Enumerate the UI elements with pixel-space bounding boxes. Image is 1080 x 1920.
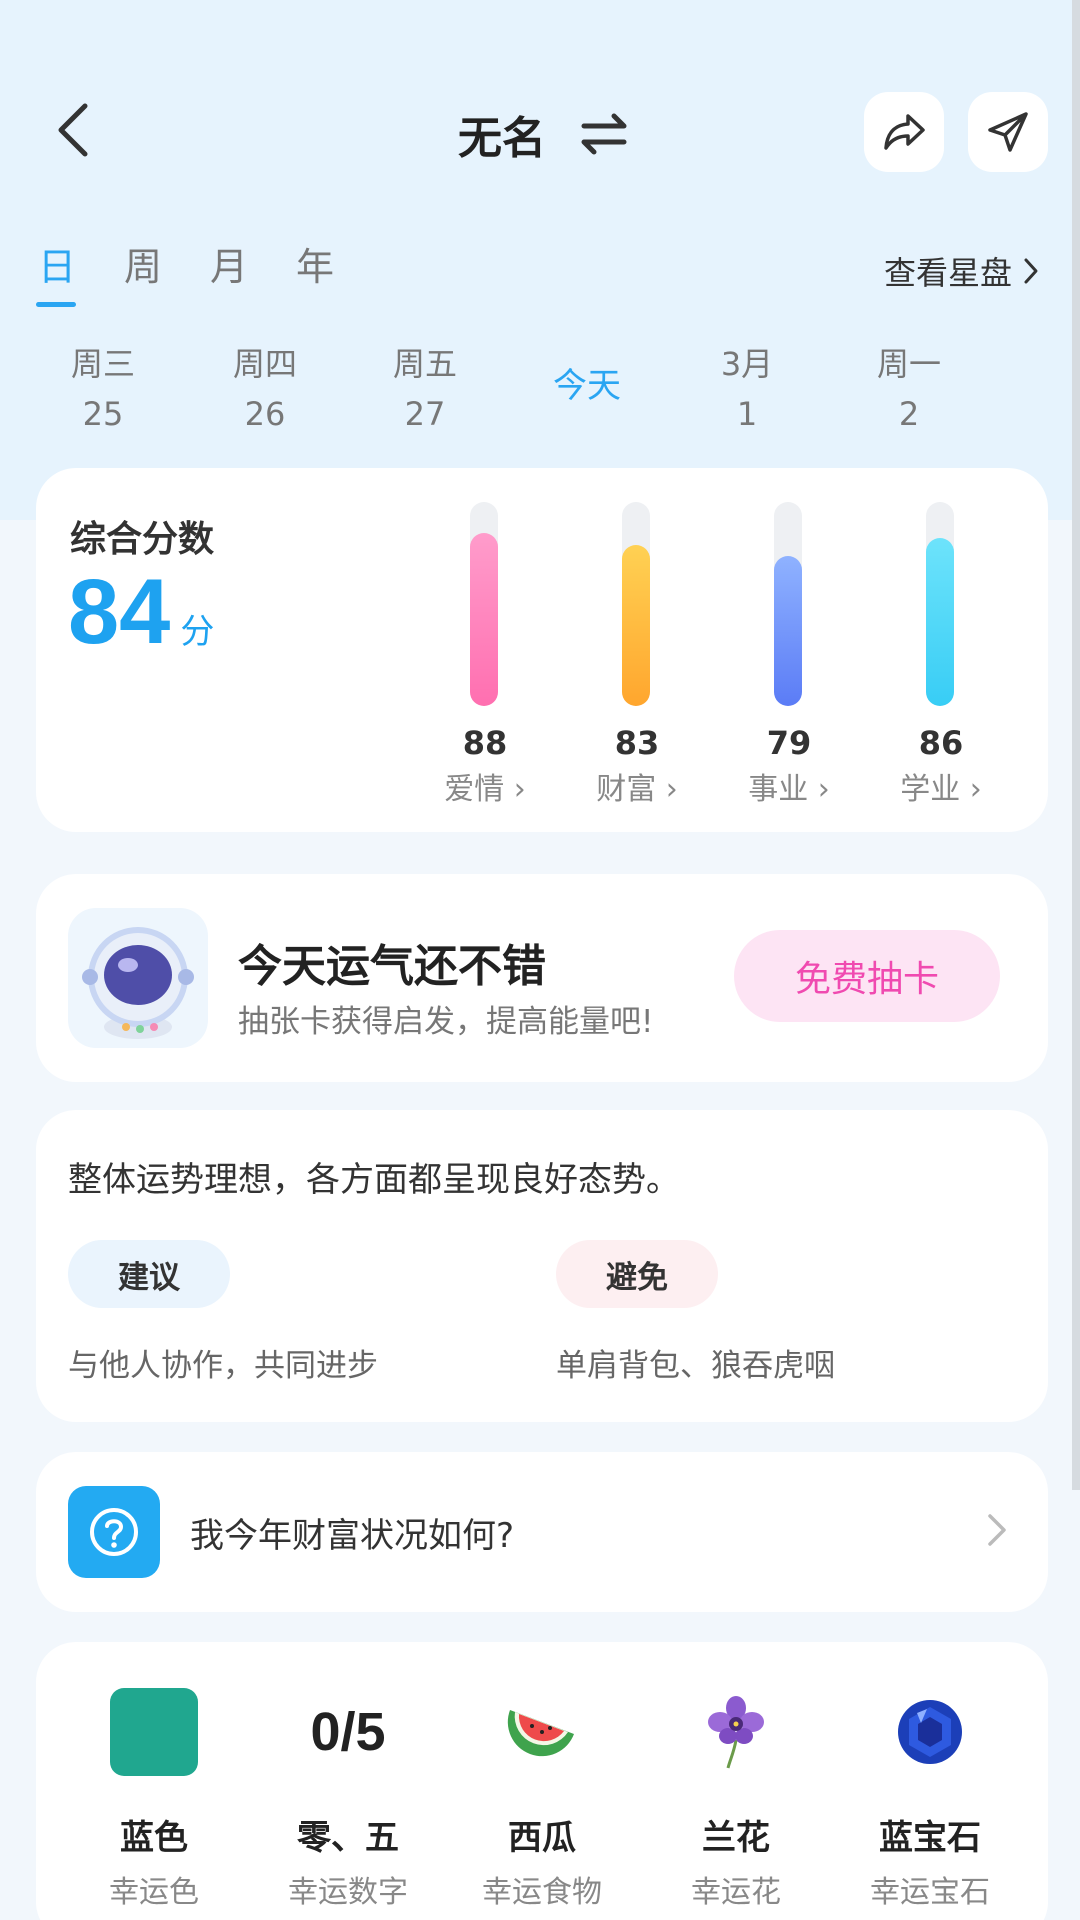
bar-track bbox=[470, 502, 498, 706]
date-day: 27 bbox=[404, 395, 446, 433]
tab-day[interactable]: 日 bbox=[32, 236, 82, 291]
bar-label-text: 爱情 bbox=[444, 772, 505, 807]
lucky-color-name: 蓝色 bbox=[120, 1818, 188, 1858]
bar-label-text: 财富 bbox=[596, 772, 657, 807]
paper-plane-icon bbox=[988, 112, 1028, 152]
active-tab-indicator bbox=[36, 302, 76, 307]
lucky-color: 蓝色 幸运色 bbox=[64, 1682, 244, 1911]
view-chart-link[interactable]: 查看星盘 bbox=[884, 248, 1040, 294]
chevron-right-icon bbox=[988, 1514, 1006, 1546]
lucky-gem: 蓝宝石 幸运宝石 bbox=[840, 1682, 1020, 1911]
bar-value: 79 bbox=[766, 724, 812, 762]
bar-track bbox=[926, 502, 954, 706]
date-weekday: 今天 bbox=[553, 366, 621, 406]
orchid-icon bbox=[708, 1696, 764, 1769]
date-item[interactable]: 周五 27 bbox=[370, 344, 480, 434]
question-text: 我今年财富状况如何? bbox=[190, 1516, 515, 1556]
share-icon bbox=[884, 114, 925, 150]
date-day: 25 bbox=[82, 395, 124, 433]
bar-fill bbox=[774, 555, 802, 706]
avoid-badge: 避免 bbox=[556, 1240, 718, 1308]
fortune-card: 整体运势理想，各方面都呈现良好态势。 建议 避免 与他人协作，共同进步 单肩背包… bbox=[36, 1110, 1048, 1422]
bar-label: 事业 › bbox=[748, 772, 830, 807]
date-item[interactable]: 周三 25 bbox=[48, 344, 158, 434]
astronaut-icon bbox=[68, 908, 208, 1048]
chevron-right-icon bbox=[1024, 258, 1038, 284]
bar-value: 86 bbox=[918, 724, 964, 762]
date-item[interactable]: 3月 1 bbox=[692, 344, 802, 434]
lucky-color-label: 幸运色 bbox=[109, 1875, 199, 1910]
bar-label-text: 事业 bbox=[748, 772, 809, 807]
lucky-food-label: 幸运食物 bbox=[482, 1875, 602, 1910]
lucky-number-display: 0/5 bbox=[310, 1702, 386, 1762]
advise-badge: 建议 bbox=[68, 1240, 230, 1308]
date-day: 1 bbox=[736, 395, 758, 433]
luck-title: 今天运气还不错 bbox=[238, 941, 546, 992]
bar-value: 83 bbox=[614, 724, 660, 762]
question-icon bbox=[68, 1486, 160, 1578]
watermelon-icon bbox=[507, 1710, 574, 1757]
bar-label: 爱情 › bbox=[444, 772, 526, 807]
category-wealth[interactable]: 83 财富 › bbox=[572, 502, 702, 807]
date-weekday: 周四 bbox=[232, 345, 297, 383]
page-title: 无名 bbox=[458, 113, 546, 164]
sapphire-icon bbox=[898, 1700, 962, 1764]
scrollbar[interactable] bbox=[1072, 0, 1080, 1490]
date-day: 26 bbox=[244, 395, 286, 433]
score-value: 84 分 bbox=[68, 560, 214, 665]
lucky-number-name: 零、五 bbox=[297, 1818, 399, 1858]
bar-fill bbox=[470, 532, 498, 706]
date-item[interactable]: 周四 26 bbox=[210, 344, 320, 434]
bar-value: 88 bbox=[462, 724, 508, 762]
tab-week[interactable]: 周 bbox=[118, 236, 168, 291]
advise-text: 与他人协作，共同进步 bbox=[68, 1348, 378, 1384]
bar-label-text: 学业 bbox=[900, 772, 961, 807]
date-weekday: 周五 bbox=[392, 345, 457, 383]
bar-label: 财富 › bbox=[596, 772, 678, 807]
send-button[interactable] bbox=[968, 92, 1048, 172]
fortune-summary: 整体运势理想，各方面都呈现良好态势。 bbox=[68, 1160, 680, 1200]
lucky-flower-label: 幸运花 bbox=[691, 1875, 781, 1910]
luck-subtitle: 抽张卡获得启发，提高能量吧! bbox=[238, 1004, 654, 1040]
lucky-number: 0/5 零、五 幸运数字 bbox=[258, 1682, 438, 1911]
lucky-gem-name: 蓝宝石 bbox=[879, 1818, 981, 1858]
color-swatch bbox=[110, 1688, 198, 1776]
swap-icon[interactable] bbox=[580, 110, 628, 158]
bar-label: 学业 › bbox=[900, 772, 982, 807]
lucky-number-label: 幸运数字 bbox=[288, 1875, 408, 1910]
score-number: 84 bbox=[68, 561, 171, 663]
score-label: 综合分数 bbox=[70, 519, 215, 560]
date-item[interactable]: 周一 2 bbox=[854, 344, 964, 434]
lucky-food: 西瓜 幸运食物 bbox=[452, 1682, 632, 1911]
date-weekday: 3月 bbox=[720, 345, 774, 383]
category-career[interactable]: 79 事业 › bbox=[724, 502, 854, 807]
category-study[interactable]: 86 学业 › bbox=[876, 502, 1006, 807]
bar-fill bbox=[926, 537, 954, 706]
tab-year[interactable]: 年 bbox=[290, 236, 340, 291]
question-card[interactable]: 我今年财富状况如何? bbox=[36, 1452, 1048, 1612]
avoid-text: 单肩背包、狼吞虎咽 bbox=[556, 1348, 835, 1384]
share-button[interactable] bbox=[864, 92, 944, 172]
date-day: 2 bbox=[898, 395, 920, 433]
date-item-today[interactable]: 今天 bbox=[532, 344, 642, 426]
date-weekday: 周三 bbox=[70, 345, 135, 383]
lucky-gem-label: 幸运宝石 bbox=[870, 1875, 990, 1910]
bar-fill bbox=[622, 545, 650, 706]
free-draw-card-button[interactable]: 免费抽卡 bbox=[734, 930, 1000, 1022]
bar-track bbox=[622, 502, 650, 706]
view-chart-label: 查看星盘 bbox=[883, 254, 1012, 292]
lucky-flower: 兰花 幸运花 bbox=[646, 1682, 826, 1911]
luck-card: 今天运气还不错 抽张卡获得启发，提高能量吧! 免费抽卡 bbox=[36, 874, 1048, 1082]
score-card: 综合分数 84 分 88 爱情 › 83 财富 › 79 事业 › 86 学业 … bbox=[36, 468, 1048, 832]
score-unit: 分 bbox=[180, 612, 215, 652]
lucky-food-name: 西瓜 bbox=[508, 1818, 576, 1858]
tab-month[interactable]: 月 bbox=[204, 236, 254, 291]
lucky-items-card: 蓝色 幸运色 0/5 零、五 幸运数字 西瓜 幸运食物 兰花 幸运花 蓝宝石 幸… bbox=[36, 1642, 1048, 1920]
bar-track bbox=[774, 502, 802, 706]
date-weekday: 周一 bbox=[876, 345, 941, 383]
lucky-flower-name: 兰花 bbox=[702, 1818, 770, 1858]
category-love[interactable]: 88 爱情 › bbox=[420, 502, 550, 807]
